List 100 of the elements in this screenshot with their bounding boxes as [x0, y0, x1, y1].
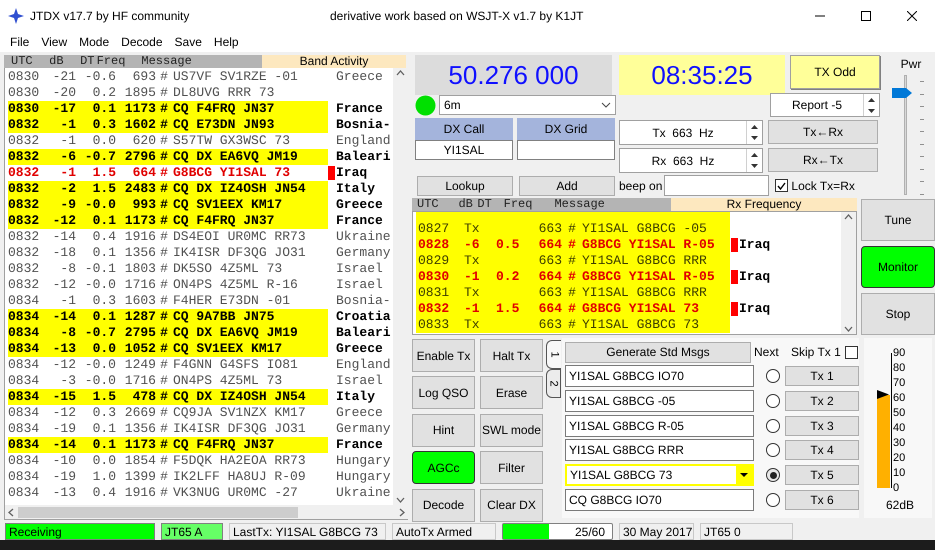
message-field[interactable]: CQ G8BCG IO70 [565, 488, 754, 511]
tab[interactable]: 1 [546, 340, 561, 369]
button[interactable]: AGCc [412, 451, 475, 484]
menu-item[interactable]: Mode [73, 32, 116, 52]
table-cell: 0830 [8, 69, 40, 85]
column-header[interactable]: dB [448, 198, 478, 211]
table-cell-text: -1 [463, 269, 481, 285]
column-header[interactable]: Freq [500, 198, 532, 211]
rx-frequency-spin-box[interactable]: Rx 663 Hz [619, 148, 763, 173]
button[interactable]: Tune [861, 199, 935, 241]
table-cell: 0834 [8, 389, 40, 405]
tx-odd-button[interactable]: TX Odd [790, 55, 880, 89]
checkbox[interactable] [775, 179, 788, 192]
menu-item[interactable]: Save [168, 32, 208, 52]
button[interactable]: Tx 1 [785, 366, 859, 386]
table-cell-text: 0831 [418, 285, 450, 301]
table-cell-text: -0.6 [84, 69, 116, 85]
band-dropdown[interactable]: 6m [439, 95, 616, 115]
button[interactable]: Hint [412, 414, 475, 447]
table-cell-text: 1803 [124, 261, 156, 277]
message-field[interactable]: YI1SAL G8BCG R-05 [565, 414, 754, 437]
table-cell: 0832 [8, 181, 40, 197]
radio-button[interactable] [766, 443, 780, 458]
tab[interactable]: 2 [546, 369, 561, 398]
report-spin-box[interactable]: Report -5 [770, 93, 880, 117]
rx-from-tx-button[interactable]: Rx←Tx [768, 148, 878, 172]
button[interactable]: Log QSO [412, 376, 475, 410]
radio-button[interactable] [766, 468, 780, 482]
dx-call-field[interactable]: YI1SAL [415, 140, 513, 160]
status-light-icon [415, 94, 436, 116]
power-slider[interactable] [890, 75, 926, 195]
beep-on-field[interactable] [664, 175, 770, 196]
column-header[interactable]: UTC [11, 55, 36, 68]
table-cell: 0834 [8, 373, 40, 389]
radio-button[interactable] [766, 418, 780, 433]
radio-button[interactable] [766, 492, 780, 507]
button[interactable]: Tx 2 [785, 391, 859, 412]
meter-reading: 62dB [886, 497, 914, 514]
table-cell: 0832 [8, 213, 40, 229]
button[interactable]: Stop [861, 293, 935, 335]
button[interactable]: Erase [480, 376, 543, 410]
tx-frequency-spin-box[interactable]: Tx 663 Hz [619, 120, 763, 145]
table-cell-text: # [159, 133, 169, 149]
button[interactable]: Tx 5 [785, 465, 859, 486]
radio-button[interactable] [766, 369, 780, 384]
table-cell-text: CQ F4FRQ JN37 [172, 213, 276, 229]
table-cell-text: # [159, 245, 169, 261]
menu-item[interactable]: Decode [115, 32, 169, 52]
scrollbar[interactable] [4, 505, 408, 520]
column-header[interactable]: Freq [94, 55, 126, 68]
tick-label: 40 [893, 423, 906, 434]
column-header[interactable]: UTC [417, 198, 448, 211]
tick-label: 30 [893, 438, 906, 449]
table-cell: 0832 [8, 149, 40, 165]
button[interactable]: SWL mode [480, 414, 543, 447]
button[interactable]: Halt Tx [480, 339, 543, 372]
table-cell-text: 664 [538, 301, 562, 317]
column-header[interactable]: DT [64, 55, 94, 68]
menu-item[interactable]: View [35, 32, 74, 52]
button[interactable]: Filter [480, 451, 543, 484]
dx-grid-field[interactable] [517, 140, 615, 160]
table-cell-text: 0.3 [92, 117, 116, 133]
status-field: LastTx: YI1SAL G8BCG 73 [229, 522, 386, 540]
message-field[interactable]: YI1SAL G8BCG IO70 [565, 365, 754, 388]
scroll-thumb[interactable] [18, 506, 298, 518]
button[interactable]: Tx 4 [785, 440, 859, 460]
table-cell-text: -1 [59, 117, 76, 133]
table-cell-text: 663 [538, 317, 562, 333]
table-cell-text: # [567, 269, 577, 285]
button[interactable]: Tx 3 [785, 416, 859, 436]
column-header[interactable]: Message [125, 55, 262, 68]
button[interactable]: Enable Tx [412, 339, 475, 372]
table-cell-text: # [159, 341, 169, 357]
table-cell-text: 1916 [124, 485, 156, 501]
button[interactable]: Clear DX [480, 488, 543, 522]
button[interactable]: Monitor [861, 246, 935, 288]
message-dropdown[interactable]: YI1SAL G8BCG 73 [565, 464, 754, 486]
table-cell-text: # [159, 373, 169, 389]
table-cell: Iraq [739, 237, 770, 253]
column-header[interactable]: dB [36, 55, 64, 68]
menu-item[interactable]: File [4, 32, 36, 52]
button[interactable]: Tx 6 [785, 490, 859, 510]
radio-button[interactable] [766, 394, 780, 408]
table-cell-text: -0.7 [84, 149, 116, 165]
scrollbar[interactable] [841, 212, 856, 334]
tx-from-rx-button[interactable]: Tx←Rx [768, 120, 878, 144]
lookup-button[interactable]: Lookup [417, 176, 513, 196]
table-cell-text: 1.5 [92, 181, 116, 197]
add-button[interactable]: Add [519, 176, 615, 196]
message-field[interactable]: YI1SAL G8BCG RRR [565, 439, 754, 462]
table-cell: Iraq [739, 269, 770, 285]
menu-item[interactable]: Help [208, 32, 245, 52]
message-field[interactable]: YI1SAL G8BCG -05 [565, 390, 754, 412]
table-cell: Ukraine [336, 229, 391, 245]
button[interactable]: Decode [412, 488, 475, 522]
generate-messages-button[interactable]: Generate Std Msgs [565, 342, 751, 362]
column-header[interactable]: Message [532, 198, 671, 211]
checkbox[interactable] [844, 346, 858, 358]
table-cell-text: 0830 [418, 269, 450, 285]
column-header[interactable]: DT [477, 198, 501, 211]
